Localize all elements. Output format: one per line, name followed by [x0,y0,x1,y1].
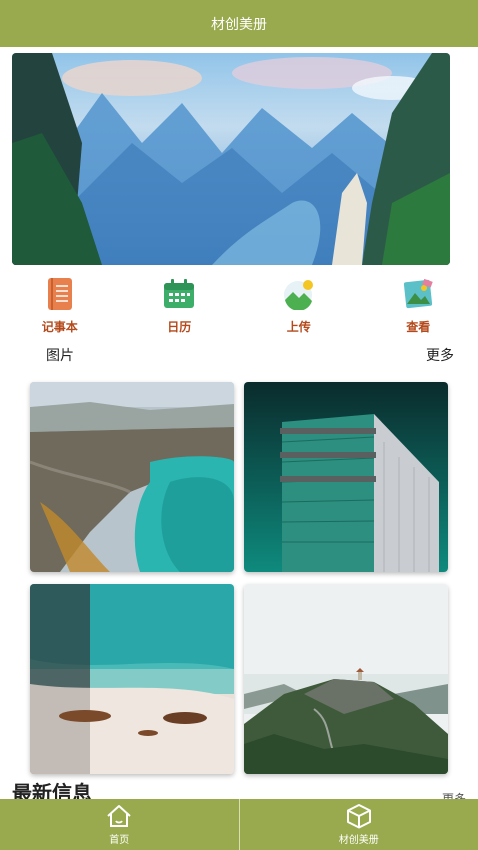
quick-link-notebook[interactable]: 记事本 [0,272,120,338]
quick-link-label: 上传 [286,320,311,334]
tab-home-label: 首页 [109,835,130,846]
quick-link-upload[interactable]: 上传 [239,272,359,338]
mountain-pagoda-photo [244,584,448,774]
photo-card-tower[interactable] [244,382,448,572]
coastal-aerial-photo [30,382,234,572]
photo-card-beach[interactable] [30,584,234,774]
pictures-section-header: 图片 更多 [0,340,478,370]
tab-gallery[interactable]: 材创美册 [238,799,478,850]
quick-link-label: 日历 [167,320,192,334]
glass-tower-photo [244,382,448,572]
upload-icon [283,276,315,312]
home-icon [106,803,132,829]
view-icon [402,276,434,312]
app-header: 材创美册 [0,0,478,47]
banner-image[interactable] [12,53,450,265]
calendar-icon [163,276,195,312]
page-title: 材创美册 [211,15,267,32]
pictures-more-link[interactable]: 更多 [426,345,454,365]
notebook-icon [44,276,76,312]
tab-home[interactable]: 首页 [0,799,239,850]
banner-landscape [12,53,450,265]
quick-link-view[interactable]: 查看 [359,272,478,338]
pictures-title: 图片 [46,347,74,363]
bottom-tab-bar: 首页 材创美册 [0,799,478,850]
quick-link-calendar[interactable]: 日历 [120,272,240,338]
cube-icon [346,803,372,829]
beach-boats-photo [30,584,234,774]
quick-link-label: 记事本 [41,320,78,334]
photo-card-coastal[interactable] [30,382,234,572]
tab-gallery-label: 材创美册 [338,835,379,846]
quick-links: 记事本 日历 上传 查看 [0,272,478,338]
photo-card-mountain[interactable] [244,584,448,774]
quick-link-label: 查看 [406,320,431,334]
